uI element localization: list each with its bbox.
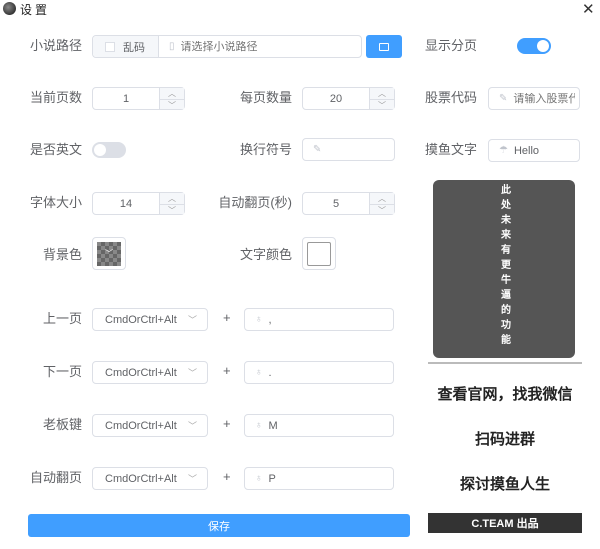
chevron-down-icon: ﹀ xyxy=(187,368,197,378)
fish-text-label: 摸鱼文字 xyxy=(424,142,477,157)
side-line-2: 扫码进群 xyxy=(474,431,535,448)
keyboard-icon: ♁ xyxy=(255,367,263,378)
plus-sign: + xyxy=(223,363,231,378)
novel-path-label: 小说路径 xyxy=(29,38,82,53)
hotkey-modifier-select[interactable]: CmdOrCtrl+Alt ﹀ xyxy=(92,361,208,384)
keyboard-icon: ♁ xyxy=(255,473,263,484)
english-toggle[interactable] xyxy=(92,142,126,158)
current-page-value: 1 xyxy=(122,92,130,105)
close-icon[interactable]: ✕ xyxy=(582,0,595,18)
show-page-label: 显示分页 xyxy=(424,38,477,53)
preview-panel: 此处未来有更牛逼的功能 xyxy=(433,180,575,358)
fish-text-value: Hello xyxy=(513,144,540,157)
modifier-value: CmdOrCtrl+Alt xyxy=(105,366,177,379)
checkbox-icon xyxy=(105,41,115,52)
keyboard-icon: ♁ xyxy=(255,314,263,325)
novel-path-input[interactable] xyxy=(180,40,361,53)
app-icon xyxy=(3,2,16,15)
chevron-down-icon: ﹀ xyxy=(187,315,197,325)
key-value: , xyxy=(268,313,272,326)
decrement-icon[interactable]: ﹀ xyxy=(160,205,184,216)
footer-badge: C.TEAM 出品 xyxy=(428,513,582,533)
current-page-label: 当前页数 xyxy=(29,90,82,105)
window-title: 设置 xyxy=(20,3,51,17)
hotkey-modifier-select[interactable]: CmdOrCtrl+Alt ﹀ xyxy=(92,414,208,437)
hotkey-label: 自动翻页 xyxy=(29,470,82,485)
plus-sign: + xyxy=(223,310,231,325)
garble-label: 乱码 xyxy=(123,41,145,54)
text-color-label: 文字颜色 xyxy=(239,247,292,262)
hotkey-label: 上一页 xyxy=(42,311,82,326)
keyboard-icon: ♁ xyxy=(255,420,263,431)
edit-icon: ✎ xyxy=(313,144,322,155)
white-swatch xyxy=(307,241,331,266)
fish-text-field[interactable]: ☂ Hello xyxy=(488,139,580,162)
plus-sign: + xyxy=(223,416,231,431)
page-size-label: 每页数量 xyxy=(239,90,292,105)
font-size-label: 字体大小 xyxy=(29,195,82,210)
garble-checkbox[interactable]: 乱码 xyxy=(93,36,159,57)
modifier-value: CmdOrCtrl+Alt xyxy=(105,472,177,485)
auto-page-sec-value: 5 xyxy=(332,197,340,210)
side-line-1: 查看官网，找我微信 xyxy=(437,386,573,403)
increment-icon[interactable]: ︿ xyxy=(370,193,394,205)
hotkey-modifier-select[interactable]: CmdOrCtrl+Alt ﹀ xyxy=(92,467,208,490)
hotkey-label: 老板键 xyxy=(42,417,82,432)
decrement-icon[interactable]: ﹀ xyxy=(160,100,184,111)
hotkey-key-input[interactable]: ♁, xyxy=(244,308,394,331)
bg-color-label: 背景色 xyxy=(42,247,82,262)
stock-code-label: 股票代码 xyxy=(424,90,477,105)
decrement-icon[interactable]: ﹀ xyxy=(370,205,394,216)
umbrella-icon: ☂ xyxy=(499,145,508,156)
hotkey-key-input[interactable]: ♁ P xyxy=(244,467,394,490)
text-color-picker[interactable] xyxy=(302,237,336,270)
key-value: P xyxy=(268,472,276,485)
stock-code-input[interactable] xyxy=(513,92,576,105)
chevron-down-icon: ﹀ xyxy=(187,474,197,484)
line-break-label: 换行符号 xyxy=(239,142,292,157)
plus-sign: + xyxy=(223,469,231,484)
edit-icon: ✎ xyxy=(499,93,508,104)
show-page-toggle[interactable] xyxy=(517,38,551,54)
save-button[interactable]: 保存 xyxy=(28,514,410,537)
modifier-value: CmdOrCtrl+Alt xyxy=(105,313,177,326)
modifier-value: CmdOrCtrl+Alt xyxy=(105,419,177,432)
key-value: M xyxy=(268,419,278,432)
page-size-input[interactable]: 20 ︿ ﹀ xyxy=(302,87,395,110)
hotkey-modifier-select[interactable]: CmdOrCtrl+Alt ﹀ xyxy=(92,308,208,331)
chevron-down-icon: ﹀ xyxy=(105,249,113,258)
line-break-field[interactable]: ✎ xyxy=(302,138,395,161)
increment-icon[interactable]: ︿ xyxy=(160,193,184,205)
side-line-3: 探讨摸鱼人生 xyxy=(459,476,550,493)
hotkey-label: 下一页 xyxy=(42,364,82,379)
auto-page-sec-label: 自动翻页(秒) xyxy=(218,195,292,210)
increment-icon[interactable]: ︿ xyxy=(160,88,184,100)
hotkey-key-input[interactable]: ♁ M xyxy=(244,414,394,437)
hotkey-key-input[interactable]: ♁. xyxy=(244,361,394,384)
auto-page-sec-input[interactable]: 5 ︿ ﹀ xyxy=(302,192,395,215)
font-size-input[interactable]: 14 ︿ ﹀ xyxy=(92,192,185,215)
chevron-down-icon: ﹀ xyxy=(187,421,197,431)
document-icon: ▯ xyxy=(169,41,175,52)
key-value: . xyxy=(268,366,272,379)
bg-color-picker[interactable]: ﹀ xyxy=(92,237,126,270)
font-size-value: 14 xyxy=(119,197,133,210)
english-label: 是否英文 xyxy=(29,142,82,157)
novel-path-group: 乱码 ▯ xyxy=(92,35,362,58)
page-size-value: 20 xyxy=(329,92,343,105)
current-page-input[interactable]: 1 ︿ ﹀ xyxy=(92,87,185,110)
checker-swatch: ﹀ xyxy=(97,241,121,266)
footer-text: C.TEAM 出品 xyxy=(471,518,539,530)
divider xyxy=(428,362,582,364)
save-label: 保存 xyxy=(208,520,230,533)
preview-text: 此处未来有更牛逼的功能 xyxy=(498,184,510,349)
stock-code-field[interactable]: ✎ xyxy=(488,87,580,110)
